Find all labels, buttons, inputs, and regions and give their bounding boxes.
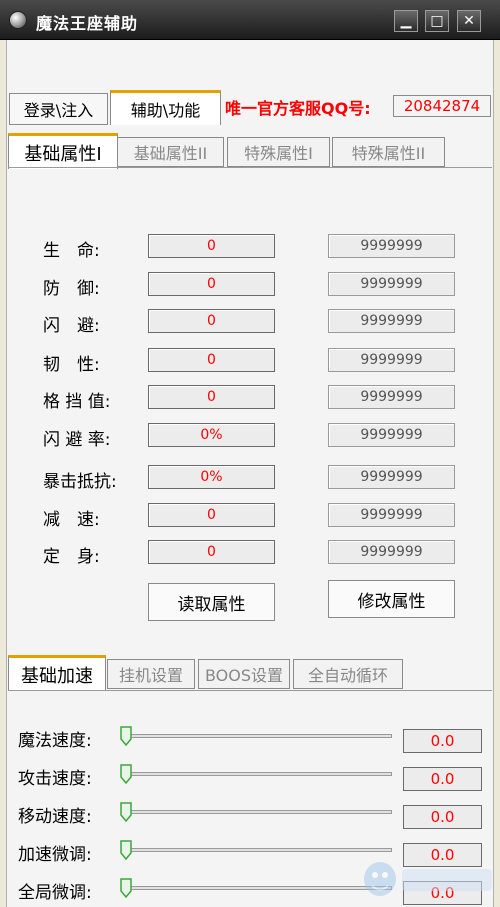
attr-label: 防 御: [43, 279, 100, 299]
read-attributes-button[interactable]: 读取属性 [148, 583, 275, 621]
close-button[interactable]: ✕ [457, 10, 481, 32]
speed-slider-track[interactable] [126, 848, 392, 852]
attr-target-input[interactable]: 9999999 [328, 348, 455, 372]
attr-target-input[interactable]: 9999999 [328, 272, 455, 296]
speed-value-input[interactable]: 0.0 [403, 767, 482, 791]
speed-slider-thumb[interactable] [120, 764, 132, 784]
attr-target-input[interactable]: 9999999 [328, 385, 455, 409]
attr-current-value: 0 [148, 540, 275, 564]
minimize-button[interactable]: ▁ [394, 10, 418, 32]
tab-special-attr-2[interactable]: 特殊属性II [332, 137, 445, 167]
support-qq-label: 唯一官方客服QQ号: [225, 99, 371, 118]
title-bar: 魔法王座辅助 ▁ □ ✕ [0, 0, 500, 40]
speed-slider-thumb[interactable] [120, 726, 132, 746]
tab-idle-settings[interactable]: 挂机设置 [107, 659, 195, 689]
tab-special-attr-1[interactable]: 特殊属性I [227, 137, 330, 167]
speed-slider-track[interactable] [126, 886, 392, 890]
speed-slider-track[interactable] [126, 734, 392, 738]
watermark-logo [364, 862, 492, 896]
attr-current-value: 0 [148, 234, 275, 258]
attr-target-input[interactable]: 9999999 [328, 465, 455, 489]
tab-auto-loop[interactable]: 全自动循环 [293, 659, 403, 689]
speed-slider-thumb[interactable] [120, 802, 132, 822]
speed-label: 加速微调: [18, 845, 92, 865]
attr-label: 减 速: [43, 510, 100, 530]
tab-boss-settings[interactable]: BOOS设置 [198, 659, 290, 689]
attr-label: 暴击抵抗: [43, 472, 117, 492]
attr-target-input[interactable]: 9999999 [328, 540, 455, 564]
maximize-button[interactable]: □ [425, 10, 449, 32]
speed-value-input[interactable]: 0.0 [403, 805, 482, 829]
attr-label: 生 命: [43, 241, 100, 261]
speed-label: 魔法速度: [18, 731, 92, 751]
attr-label: 格 挡 值: [43, 392, 111, 412]
attr-current-value: 0 [148, 272, 275, 296]
modify-attributes-button[interactable]: 修改属性 [328, 580, 455, 618]
attr-current-value: 0% [148, 423, 275, 447]
attr-label: 韧 性: [43, 355, 100, 375]
attr-current-value: 0 [148, 385, 275, 409]
speed-label: 攻击速度: [18, 769, 92, 789]
support-qq-number: 20842874 [393, 95, 491, 117]
speed-label: 移动速度: [18, 807, 92, 827]
attr-target-input[interactable]: 9999999 [328, 234, 455, 258]
tab-basic-attr-1[interactable]: 基础属性I [8, 133, 118, 169]
tab-assist-functions[interactable]: 辅助\功能 [110, 90, 221, 125]
window-title: 魔法王座辅助 [36, 14, 139, 33]
speed-label: 全局微调: [18, 883, 92, 903]
speed-slider-track[interactable] [126, 772, 392, 776]
attr-current-value: 0% [148, 465, 275, 489]
speed-slider-thumb[interactable] [120, 840, 132, 860]
attr-target-input[interactable]: 9999999 [328, 503, 455, 527]
speed-slider-track[interactable] [126, 810, 392, 814]
attr-target-input[interactable]: 9999999 [328, 309, 455, 333]
speed-slider-thumb[interactable] [120, 878, 132, 898]
tab-login-inject[interactable]: 登录\注入 [9, 93, 108, 125]
attr-label: 闪 避: [43, 316, 100, 336]
tab-basic-attr-2[interactable]: 基础属性II [117, 137, 224, 167]
tab-basic-speed[interactable]: 基础加速 [8, 655, 106, 691]
speed-value-input[interactable]: 0.0 [403, 729, 482, 753]
attr-current-value: 0 [148, 309, 275, 333]
attr-label: 定 身: [43, 547, 100, 567]
app-icon [9, 11, 27, 29]
attr-current-value: 0 [148, 348, 275, 372]
attr-target-input[interactable]: 9999999 [328, 423, 455, 447]
attr-label: 闪 避 率: [43, 430, 111, 450]
attr-current-value: 0 [148, 503, 275, 527]
